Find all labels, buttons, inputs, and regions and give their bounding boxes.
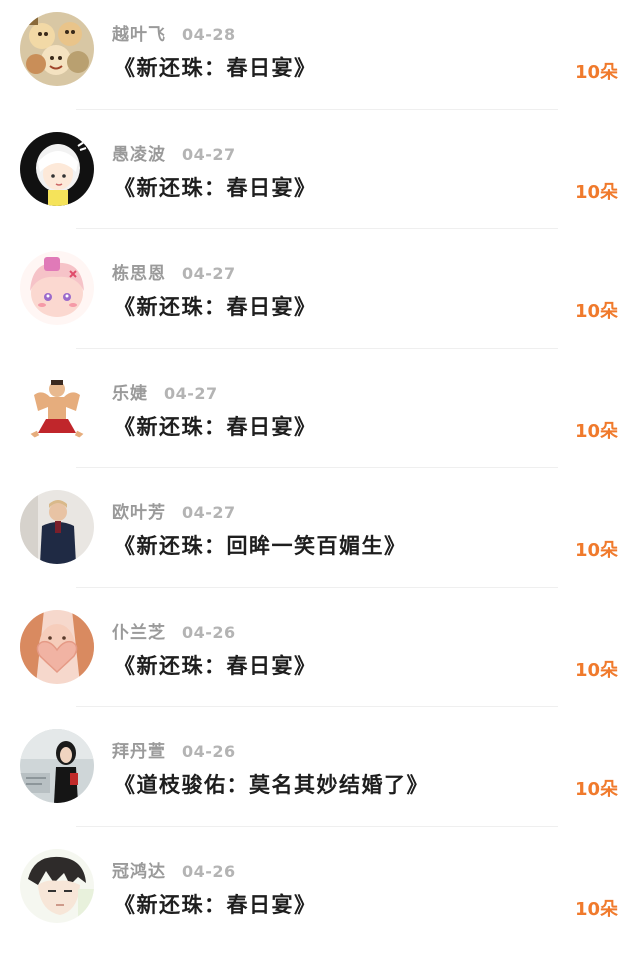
list-item[interactable]: 愚凌波04-27 《新还珠：春日宴》 10朵 (0, 120, 640, 240)
drama-title[interactable]: 《新还珠：回眸一笑百媚生》 (114, 530, 407, 560)
flower-count: 10朵 (575, 297, 618, 323)
list-item[interactable]: 仆兰芝04-26 《新还珠：春日宴》 10朵 (0, 598, 640, 718)
anime-pink-girl-avatar[interactable] (20, 251, 94, 325)
post-date: 04-26 (182, 862, 236, 881)
flower-count: 10朵 (575, 417, 618, 443)
post-date: 04-27 (182, 264, 236, 283)
divider (76, 467, 558, 468)
user-name[interactable]: 乐婕04-27 (112, 379, 218, 404)
user-name[interactable]: 愚凌波04-27 (112, 140, 236, 165)
list-item[interactable]: 乐婕04-27 《新还珠：春日宴》 10朵 (0, 359, 640, 479)
list-item[interactable]: 越叶飞04-28 《新还珠：春日宴》 10朵 (0, 0, 640, 120)
list-item[interactable]: 拜丹萱04-26 《道枝骏佑：莫名其妙结婚了》 10朵 (0, 717, 640, 837)
drama-title[interactable]: 《新还珠：春日宴》 (114, 650, 317, 680)
list-item[interactable]: 欧叶芳04-27 《新还珠：回眸一笑百媚生》 10朵 (0, 478, 640, 598)
list-item[interactable]: 栋思恩04-27 《新还珠：春日宴》 10朵 (0, 239, 640, 359)
divider (76, 109, 558, 110)
user-name[interactable]: 欧叶芳04-27 (112, 498, 236, 523)
post-date: 04-26 (182, 623, 236, 642)
divider (76, 826, 558, 827)
divider (76, 348, 558, 349)
white-hair-girl-avatar[interactable] (20, 132, 94, 206)
drama-title[interactable]: 《新还珠：春日宴》 (114, 52, 317, 82)
post-date: 04-27 (182, 145, 236, 164)
flower-count: 10朵 (575, 775, 618, 801)
drama-title[interactable]: 《新还珠：春日宴》 (114, 291, 317, 321)
flower-count: 10朵 (575, 178, 618, 204)
drama-title[interactable]: 《新还珠：春日宴》 (114, 172, 317, 202)
girl-photo-avatar[interactable] (20, 729, 94, 803)
user-name[interactable]: 越叶飞04-28 (112, 20, 236, 45)
drama-title[interactable]: 《道枝骏佑：莫名其妙结婚了》 (114, 769, 429, 799)
drama-title[interactable]: 《新还珠：春日宴》 (114, 889, 317, 919)
man-photo-avatar[interactable] (20, 490, 94, 564)
flower-count: 10朵 (575, 58, 618, 84)
flower-count: 10朵 (575, 536, 618, 562)
flower-count: 10朵 (575, 656, 618, 682)
user-name[interactable]: 栋思恩04-27 (112, 259, 236, 284)
post-date: 04-27 (182, 503, 236, 522)
divider (76, 706, 558, 707)
drama-title[interactable]: 《新还珠：春日宴》 (114, 411, 317, 441)
muscle-man-avatar[interactable] (20, 371, 94, 445)
flower-count: 10朵 (575, 895, 618, 921)
cartoon-group-avatar[interactable] (20, 12, 94, 86)
anime-boy-avatar[interactable] (20, 849, 94, 923)
post-date: 04-28 (182, 25, 236, 44)
divider (76, 228, 558, 229)
post-date: 04-27 (164, 384, 218, 403)
heart-hands-avatar[interactable] (20, 610, 94, 684)
user-name[interactable]: 拜丹萱04-26 (112, 737, 236, 762)
user-name[interactable]: 仆兰芝04-26 (112, 618, 236, 643)
list-item[interactable]: 冠鸿达04-26 《新还珠：春日宴》 10朵 (0, 837, 640, 956)
user-name[interactable]: 冠鸿达04-26 (112, 857, 236, 882)
divider (76, 587, 558, 588)
gift-list: 越叶飞04-28 《新还珠：春日宴》 10朵 愚凌波04-27 《新还珠：春日宴… (0, 0, 640, 956)
post-date: 04-26 (182, 742, 236, 761)
